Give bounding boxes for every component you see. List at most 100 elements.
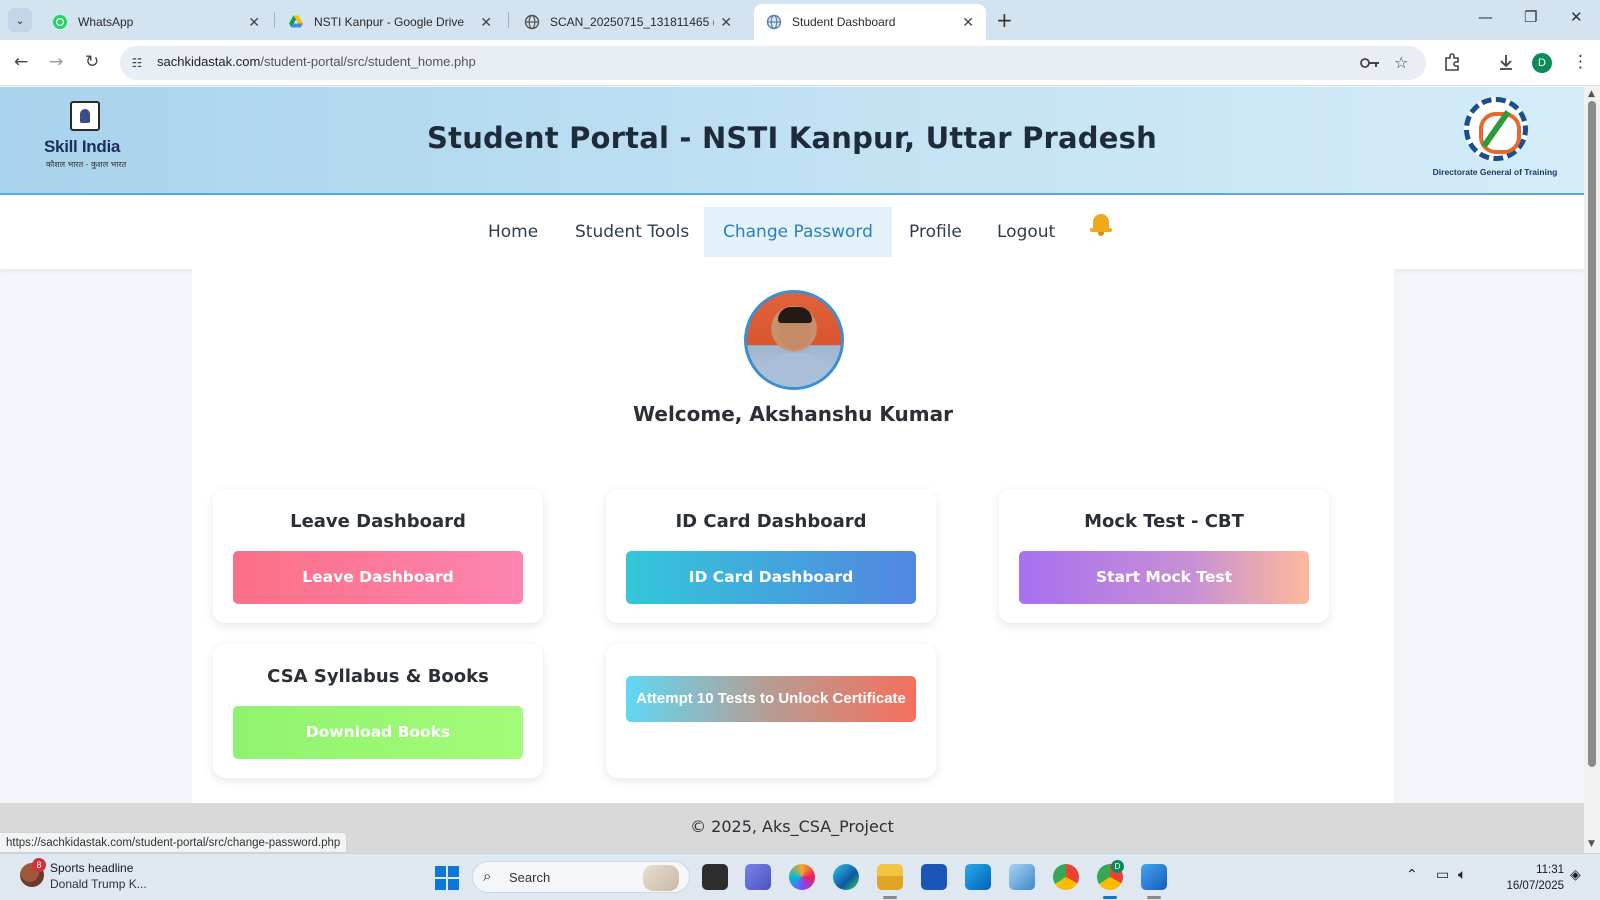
url-text: sachkidastak.com/student-portal/src/stud… (157, 54, 476, 69)
tab-close-icon[interactable]: ✕ (962, 14, 974, 31)
scroll-thumb[interactable] (1588, 101, 1596, 767)
portal-header: Skill India कौशल भारत - कुशल भारत Studen… (0, 87, 1584, 195)
copilot-icon[interactable] (789, 864, 815, 890)
tab-scan[interactable]: SCAN_20250715_131811465 (2 ✕ (512, 4, 744, 40)
card-title: Leave Dashboard (290, 511, 466, 532)
status-bar-url: https://sachkidastak.com/student-portal/… (0, 832, 348, 853)
nav-profile[interactable]: Profile (890, 207, 981, 257)
card-leave-dashboard: Leave Dashboard Leave Dashboard (213, 489, 543, 623)
card-id-card-dashboard: ID Card Dashboard ID Card Dashboard (606, 489, 936, 623)
teams-icon[interactable] (745, 864, 771, 890)
start-mock-test-button[interactable]: Start Mock Test (1019, 551, 1309, 604)
globe-icon (524, 14, 540, 30)
tab-whatsapp[interactable]: WhatsApp ✕ (40, 4, 272, 40)
page-scrollbar[interactable]: ▲ ▼ (1584, 87, 1600, 853)
unlock-certificate-button[interactable]: Attempt 10 Tests to Unlock Certificate (626, 676, 916, 722)
minimize-icon[interactable]: — (1478, 8, 1493, 26)
card-title: ID Card Dashboard (675, 511, 867, 532)
scroll-up-icon[interactable]: ▲ (1588, 89, 1595, 99)
tab-separator (274, 12, 275, 28)
browser-toolbar: ← → ↻ ☷ sachkidastak.com/student-portal/… (0, 40, 1600, 86)
taskbar-running-indicator (883, 896, 897, 899)
news-badge: 8 (32, 858, 46, 872)
id-card-dashboard-button[interactable]: ID Card Dashboard (626, 551, 916, 604)
card-csa-syllabus: CSA Syllabus & Books Download Books (213, 644, 543, 778)
password-key-icon[interactable] (1360, 55, 1380, 71)
network-icon[interactable]: ▭ (1436, 867, 1449, 883)
avatar (744, 290, 844, 390)
taskbar-active-indicator (1103, 896, 1117, 899)
tab-close-icon[interactable]: ✕ (480, 14, 492, 31)
welcome-heading: Welcome, Akshanshu Kumar (633, 402, 953, 426)
news-headline-title[interactable]: Sports headline (50, 861, 133, 875)
card-title: CSA Syllabus & Books (267, 666, 489, 687)
notification-bell-icon[interactable]: ◈ (1570, 867, 1581, 883)
clock-time: 11:31 (1536, 864, 1564, 876)
store-icon[interactable] (921, 864, 947, 890)
google-drive-icon (289, 15, 303, 28)
leave-dashboard-button[interactable]: Leave Dashboard (233, 551, 523, 604)
download-icon[interactable] (1496, 52, 1516, 72)
chrome-icon[interactable] (1053, 864, 1079, 890)
skill-india-tagline: कौशल भारत - कुशल भारत (46, 160, 127, 169)
extensions-icon[interactable] (1442, 52, 1462, 72)
tab-title: WhatsApp (78, 15, 134, 29)
forward-icon[interactable]: → (49, 52, 63, 72)
taskbar-running-indicator (1147, 896, 1161, 899)
file-explorer-icon[interactable] (877, 864, 903, 890)
tab-google-drive[interactable]: NSTI Kanpur - Google Drive ✕ (276, 4, 504, 40)
download-books-button[interactable]: Download Books (233, 706, 523, 759)
dgt-logo: Directorate General of Training (1430, 97, 1560, 187)
system-clock[interactable]: 11:31 16/07/2025 (1492, 862, 1564, 894)
bookmark-star-icon[interactable]: ☆ (1394, 53, 1408, 72)
nav-home[interactable]: Home (469, 207, 557, 257)
card-certificate: Attempt 10 Tests to Unlock Certificate (606, 644, 936, 778)
close-window-icon[interactable]: ✕ (1570, 8, 1583, 26)
chevron-up-icon[interactable]: ⌃ (1406, 867, 1418, 883)
tab-separator (508, 12, 509, 28)
card-title: Mock Test - CBT (1084, 511, 1244, 532)
menu-kebab-icon[interactable]: ⋮ (1572, 52, 1589, 72)
search-highlight-icon (643, 865, 679, 891)
main-nav: Home Student Tools Change Password Profi… (0, 195, 1584, 269)
news-headline-text[interactable]: Donald Trump K... (50, 877, 147, 891)
clock-date: 16/07/2025 (1506, 880, 1564, 892)
tab-title: SCAN_20250715_131811465 (2 (550, 15, 715, 29)
whatsapp-icon (53, 15, 67, 29)
search-icon: ⌕ (483, 867, 492, 885)
dgt-emblem (1464, 97, 1528, 161)
new-tab-button[interactable]: + (996, 8, 1013, 32)
tab-close-icon[interactable]: ✕ (248, 14, 260, 31)
tab-close-icon[interactable]: ✕ (720, 14, 732, 31)
page-title: Student Portal - NSTI Kanpur, Uttar Prad… (427, 121, 1157, 155)
edge-icon[interactable] (833, 864, 859, 890)
bell-icon[interactable] (1090, 212, 1112, 236)
volume-icon[interactable]: 🔈︎ (1458, 867, 1466, 883)
windows-start-icon[interactable] (435, 866, 459, 890)
back-icon[interactable]: ← (14, 52, 28, 72)
photos-icon[interactable] (1009, 864, 1035, 890)
browser-profile-avatar[interactable]: D (1532, 53, 1552, 73)
search-label: Search (509, 870, 551, 885)
tab-student-dashboard[interactable]: Student Dashboard ✕ (754, 4, 986, 40)
nav-student-tools[interactable]: Student Tools (556, 207, 708, 257)
address-bar[interactable]: ☷ sachkidastak.com/student-portal/src/st… (120, 46, 1426, 80)
restore-icon[interactable]: ❐ (1524, 8, 1537, 26)
tab-search-menu[interactable]: ⌄ (8, 8, 32, 32)
word-icon[interactable] (1141, 864, 1167, 890)
site-info-icon[interactable]: ☷ (128, 54, 146, 72)
nav-logout[interactable]: Logout (978, 207, 1074, 257)
tab-title: Student Dashboard (792, 15, 896, 29)
task-view-icon[interactable] (702, 864, 728, 890)
dgt-caption: Directorate General of Training (1432, 167, 1558, 177)
outlook-icon[interactable] (965, 864, 991, 890)
nav-change-password[interactable]: Change Password (704, 207, 892, 257)
reload-icon[interactable]: ↻ (85, 52, 99, 72)
globe-icon (766, 14, 782, 30)
scroll-down-icon[interactable]: ▼ (1588, 839, 1595, 849)
taskbar: 8 Sports headline Donald Trump K... ⌕ Se… (0, 853, 1600, 900)
chrome-profile-badge: D (1111, 860, 1124, 873)
browser-tab-strip: ⌄ WhatsApp ✕ NSTI Kanpur - Google Drive … (0, 0, 1600, 40)
card-mock-test: Mock Test - CBT Start Mock Test (999, 489, 1329, 623)
taskbar-search[interactable]: ⌕ Search (472, 861, 690, 893)
